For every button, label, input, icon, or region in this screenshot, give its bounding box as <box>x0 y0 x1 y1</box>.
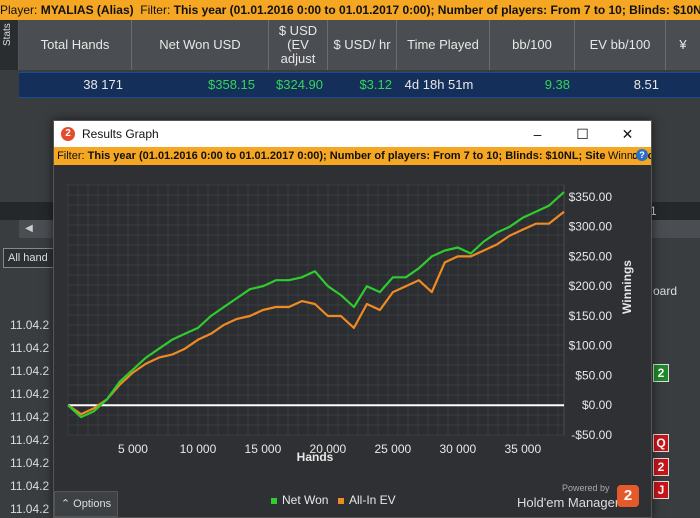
hand-date: 11.04.2 <box>10 433 50 447</box>
col-ev-adjusted[interactable]: $ USD (EV adjust <box>269 20 328 70</box>
options-label: Options <box>73 498 112 510</box>
hand-date: 11.04.2 <box>10 456 50 470</box>
hm-logo-icon: 2 <box>61 127 75 141</box>
player-label: Player: <box>0 3 38 17</box>
y-tick-label: -$50.00 <box>571 428 612 442</box>
x-axis-label: Hands <box>297 450 334 464</box>
card-icon: 2 <box>653 364 669 382</box>
dialog-filter-tail: Winn <box>604 147 633 165</box>
y-tick-label: $150.00 <box>569 309 613 323</box>
y-tick-label: $100.00 <box>569 339 613 353</box>
plot-area <box>67 184 565 436</box>
results-graph-dialog: 2 Results Graph – ☐ ✕ Filter: This year … <box>53 120 652 518</box>
col-time-played[interactable]: Time Played <box>397 20 490 70</box>
card-icon: J <box>653 481 669 499</box>
legend-all-in-ev[interactable]: All-In EV <box>338 493 396 507</box>
legend-all-in-ev-label: All-In EV <box>349 493 396 507</box>
y-tick-label: $0.00 <box>582 398 612 412</box>
hand-date: 11.04.2 <box>10 502 50 516</box>
board-column-label: oard <box>653 284 678 298</box>
dialog-filter-bar: Filter: This year (01.01.2016 0:00 to 01… <box>54 147 651 165</box>
y-tick-label: $250.00 <box>569 249 613 263</box>
stats-table-header: Total Hands Net Won USD $ USD (EV adjust… <box>19 20 700 70</box>
close-button[interactable]: ✕ <box>605 121 650 147</box>
col-more[interactable]: ¥ <box>666 20 700 70</box>
hand-date: 11.04.2 <box>10 479 50 493</box>
hand-date: 11.04.2 <box>10 341 50 355</box>
hand-date: 11.04.2 <box>10 364 50 378</box>
col-net-won[interactable]: Net Won USD <box>132 20 269 70</box>
col-total-hands[interactable]: Total Hands <box>19 20 132 70</box>
minimize-button[interactable]: – <box>515 121 560 147</box>
filter-value: This year (01.01.2016 0:00 to 01.01.2017… <box>173 3 700 17</box>
y-tick-label: $200.00 <box>569 279 613 293</box>
background-filter-bar: Player: MYALIAS (Alias) Filter: This yea… <box>0 0 700 20</box>
cell-total-hands: 38 171 <box>83 77 123 92</box>
x-tick-label: 15 000 <box>245 442 282 456</box>
stats-table-row[interactable]: 38 171 $358.15 $324.90 $3.12 4d 18h 51m … <box>19 72 700 98</box>
y-tick-label: $350.00 <box>569 190 613 204</box>
help-icon[interactable]: ? <box>636 149 648 161</box>
hand-date: 11.04.2 <box>10 318 50 332</box>
stats-side-tab[interactable]: Stats <box>0 20 19 70</box>
legend-net-won-swatch <box>271 497 277 504</box>
scroll-left-icon[interactable]: ◀ <box>22 222 36 236</box>
legend-net-won-label: Net Won <box>282 493 329 507</box>
col-bb-100[interactable]: bb/100 <box>490 20 575 70</box>
cell-ev-adjusted: $324.90 <box>276 77 323 92</box>
hand-date: 11.04.2 <box>10 387 50 401</box>
x-tick-label: 30 000 <box>439 442 476 456</box>
player-value: MYALIAS (Alias) <box>40 3 134 17</box>
x-tick-label: 10 000 <box>180 442 217 456</box>
options-button[interactable]: ⌃ Options <box>54 491 118 517</box>
y-axis-label: Winnings <box>620 260 634 314</box>
x-tick-label: 35 000 <box>504 442 541 456</box>
y-tick-label: $50.00 <box>575 368 612 382</box>
brand-logo-icon: 2 <box>617 485 639 507</box>
stats-tab-label: Stats <box>2 23 13 46</box>
card-icon: Q <box>653 434 669 452</box>
legend-all-in-ev-swatch <box>338 497 344 504</box>
maximize-button[interactable]: ☐ <box>560 121 605 147</box>
y-tick-label: $300.00 <box>569 220 613 234</box>
results-chart: -$50.00 $0.00 $50.00 $100.00 $150.00 $200.00 $… <box>67 184 634 464</box>
chart-y-ticks: -$50.00 $0.00 $50.00 $100.00 $150.00 $200.00 $… <box>569 190 613 442</box>
cell-bb-100: 9.38 <box>544 77 570 92</box>
dialog-title: Results Graph <box>82 127 159 141</box>
powered-by-label: Powered by <box>562 483 610 493</box>
cell-usd-per-hr: $3.12 <box>359 77 392 92</box>
hand-date: 11.04.2 <box>10 410 50 424</box>
x-tick-label: 5 000 <box>118 442 148 456</box>
cell-time-played: 4d 18h 51m <box>404 77 474 92</box>
brand-name: Hold'em Manager <box>517 495 620 510</box>
card-icon: 2 <box>653 458 669 476</box>
col-ev-bb-100[interactable]: EV bb/100 <box>575 20 666 70</box>
filter-label: Filter: <box>140 3 171 17</box>
dialog-titlebar[interactable]: 2 Results Graph – ☐ ✕ <box>54 121 651 147</box>
cell-net-won: $358.15 <box>208 77 255 92</box>
col-usd-per-hr[interactable]: $ USD/ hr <box>328 20 397 70</box>
legend-net-won[interactable]: Net Won <box>271 493 328 507</box>
cell-ev-bb-100: 8.51 <box>633 77 659 92</box>
dialog-filter-label: Filter: <box>57 150 85 162</box>
dialog-filter-value: This year (01.01.2016 0:00 to 01.01.2017… <box>87 150 651 162</box>
x-tick-label: 25 000 <box>375 442 412 456</box>
